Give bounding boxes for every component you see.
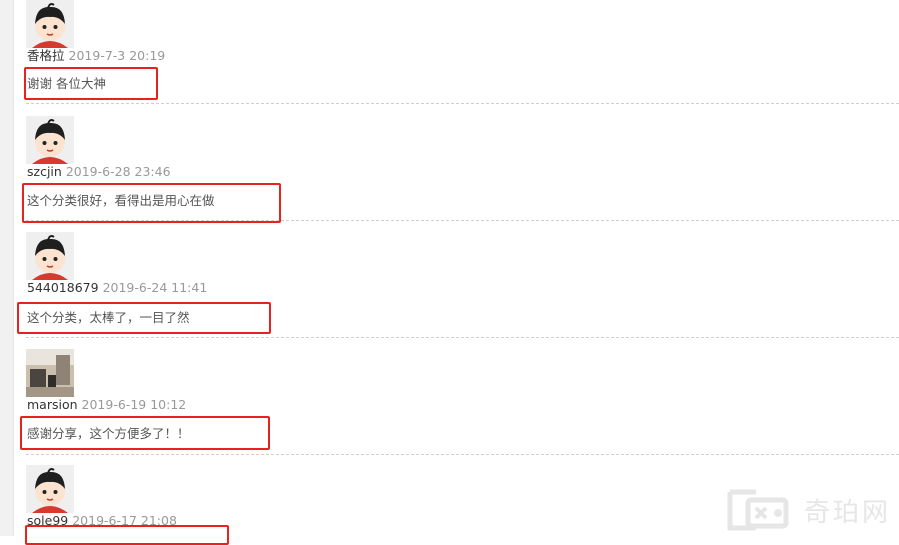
comment-username[interactable]: 544018679 bbox=[27, 280, 99, 295]
comment-time: 2019-6-24 11:41 bbox=[102, 280, 208, 295]
highlight-box bbox=[25, 525, 229, 545]
comment-meta: szcjin 2019-6-28 23:46 bbox=[27, 164, 171, 180]
comment-username[interactable]: 香格拉 bbox=[27, 48, 65, 63]
cartoon-avatar-icon[interactable] bbox=[26, 232, 74, 280]
comment-meta: 544018679 2019-6-24 11:41 bbox=[27, 280, 207, 296]
comment-time: 2019-6-28 23:46 bbox=[65, 164, 171, 179]
comment-meta: 香格拉 2019-7-3 20:19 bbox=[27, 48, 165, 64]
comment-username[interactable]: marsion bbox=[27, 397, 78, 412]
cartoon-avatar-icon[interactable] bbox=[26, 0, 74, 48]
comment-text: 谢谢 各位大神 bbox=[27, 76, 106, 91]
comment-text: 这个分类很好，看得出是用心在做 bbox=[27, 193, 215, 208]
comment-divider bbox=[26, 220, 899, 221]
cartoon-avatar-icon[interactable] bbox=[26, 116, 74, 164]
watermark: 奇珀网 bbox=[726, 488, 891, 532]
watermark-text: 奇珀网 bbox=[803, 497, 891, 528]
comment-text: 这个分类，太棒了，一目了然 bbox=[27, 310, 190, 325]
comment-text: 感谢分享，这个方便多了！！ bbox=[27, 426, 190, 441]
comment-divider bbox=[26, 454, 899, 455]
comment-time: 2019-7-3 20:19 bbox=[68, 48, 166, 63]
comment-meta: marsion 2019-6-19 10:12 bbox=[27, 397, 186, 413]
comment-time: 2019-6-19 10:12 bbox=[81, 397, 187, 412]
comment-divider bbox=[26, 337, 899, 338]
cartoon-avatar-icon[interactable] bbox=[26, 465, 74, 513]
left-rail bbox=[0, 0, 14, 536]
watermark-logo-icon bbox=[727, 489, 789, 531]
comment-username[interactable]: szcjin bbox=[27, 164, 62, 179]
photo-avatar[interactable] bbox=[26, 349, 74, 397]
comment-divider bbox=[26, 103, 899, 104]
